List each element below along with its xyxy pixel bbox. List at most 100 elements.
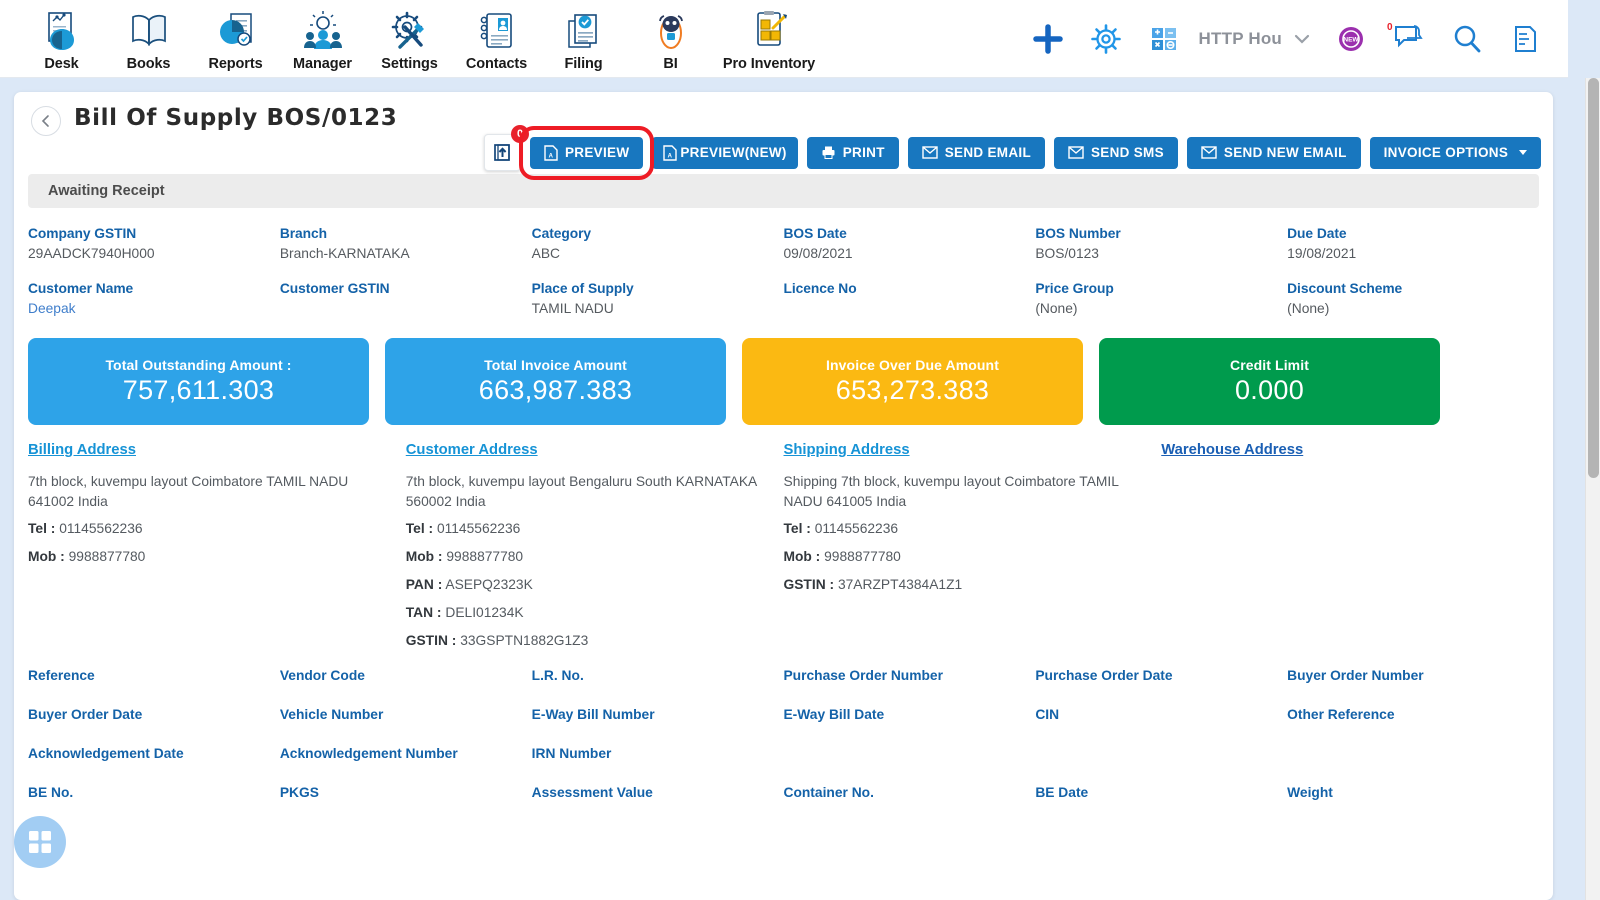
preview-button[interactable]: A PREVIEW (518, 125, 655, 180)
nav-item-label: BI (663, 56, 678, 72)
action-toolbar: 0 A PREVIEW A PREVIEW(NEW) PRINT SEND EM… (484, 125, 1542, 180)
label-reference: Reference (28, 667, 280, 706)
amount-card-title: Credit Limit (1230, 357, 1309, 373)
field-value[interactable]: Deepak (28, 301, 280, 317)
nav-item-books[interactable]: Books (105, 5, 192, 72)
field-label: CIN (1035, 707, 1060, 722)
amount-card-value: 653,273.383 (835, 375, 990, 405)
print-button[interactable]: PRINT (806, 136, 899, 169)
send-sms-button[interactable]: SEND SMS (1054, 136, 1178, 169)
amount-card-credit-limit: Credit Limit 0.000 (1099, 338, 1440, 425)
chevron-down-icon[interactable] (1292, 29, 1312, 49)
upload-attachment-wrapper[interactable]: 0 (484, 125, 529, 171)
envelope-icon (922, 146, 938, 159)
field-label: L.R. No. (531, 668, 584, 683)
label-empty-3 (1287, 745, 1539, 784)
field-label: Purchase Order Number (783, 668, 943, 683)
nav-item-contacts[interactable]: Contacts (453, 5, 540, 72)
field-licence-no: Licence No (783, 281, 1035, 336)
upload-folder-icon (494, 144, 510, 161)
notes-icon[interactable] (1508, 22, 1542, 56)
customer-gstin-key: GSTIN : (405, 633, 457, 648)
billing-address-block: Billing Address 7th block, kuvempu layou… (28, 441, 406, 661)
top-navigation-bar: Desk Books Reports Manager Settings Cont… (0, 0, 1568, 78)
back-button[interactable] (31, 106, 61, 136)
nav-item-label: Settings (381, 56, 438, 72)
settings-gear-wrench-icon (391, 11, 424, 49)
envelope-icon (1068, 146, 1084, 159)
scrollbar-thumb[interactable] (1588, 78, 1599, 478)
search-icon[interactable] (1450, 22, 1484, 56)
new-badge-icon[interactable]: NEW (1334, 22, 1368, 56)
shipping-gstin-key: GSTIN : (783, 577, 835, 592)
field-label: Acknowledgement Date (28, 746, 184, 761)
page-title: Bill Of Supply BOS/0123 (74, 105, 398, 131)
field-label: Reference (28, 668, 95, 683)
plus-icon[interactable] (1031, 22, 1065, 56)
field-label: Due Date (1287, 226, 1347, 241)
billing-address-link[interactable]: Billing Address (28, 442, 136, 458)
invoice-options-button[interactable]: INVOICE OPTIONS (1369, 136, 1542, 169)
label-cin: CIN (1035, 706, 1287, 745)
preview-button-label: PREVIEW (565, 145, 630, 160)
chat-count-badge: 0 (1387, 22, 1393, 33)
reference-row-1: Reference Vendor Code L.R. No. Purchase … (28, 667, 1539, 706)
pro-inventory-boxes-icon (757, 11, 787, 46)
label-buyer-order-number: Buyer Order Number (1287, 667, 1539, 706)
amount-cards: Total Outstanding Amount : 757,611.303 T… (14, 336, 1553, 425)
field-label: Discount Scheme (1287, 281, 1403, 296)
apps-fab-button[interactable] (14, 816, 66, 868)
chevron-left-icon (41, 115, 49, 127)
shipping-address-block: Shipping Address Shipping 7th block, kuv… (784, 441, 1162, 661)
preview-new-button[interactable]: A PREVIEW(NEW) (652, 136, 798, 169)
books-icon (131, 14, 166, 47)
summary-fields: Company GSTIN 29AADCK7940H000 Branch Bra… (14, 208, 1553, 336)
send-new-email-button[interactable]: SEND NEW EMAIL (1186, 136, 1361, 169)
shipping-gstin-value: 37ARZPT4384A1Z1 (837, 577, 963, 592)
field-label: Buyer Order Date (28, 707, 143, 722)
vertical-scrollbar[interactable] (1585, 78, 1600, 900)
field-value (280, 301, 532, 317)
shipping-address-link[interactable]: Shipping Address (784, 442, 910, 458)
send-email-button-label: SEND EMAIL (944, 145, 1031, 160)
account-name-label[interactable]: HTTP Hou (1199, 29, 1282, 49)
field-bos-date: BOS Date 09/08/2021 (783, 226, 1035, 281)
pdf-file-icon: A (663, 144, 678, 161)
field-label: E-Way Bill Number (531, 707, 655, 722)
gear-icon[interactable] (1089, 22, 1123, 56)
amount-card-value: 0.000 (1234, 375, 1305, 405)
label-acknowledgement-date: Acknowledgement Date (28, 745, 280, 784)
nav-item-reports[interactable]: Reports (192, 5, 279, 72)
label-vendor-code: Vendor Code (280, 667, 532, 706)
field-value (783, 301, 1035, 317)
send-new-email-button-label: SEND NEW EMAIL (1223, 145, 1347, 160)
customer-tel: Tel : 01145562236 (406, 521, 762, 536)
field-branch: Branch Branch-KARNATAKA (280, 226, 532, 281)
calculator-icon[interactable] (1147, 22, 1181, 56)
chat-bell-icon[interactable] (1392, 19, 1426, 53)
reference-fields-section: Reference Vendor Code L.R. No. Purchase … (14, 661, 1553, 823)
amount-card-title: Total Outstanding Amount : (105, 357, 292, 373)
nav-item-filing[interactable]: Filing (540, 5, 627, 72)
field-bos-number: BOS Number BOS/0123 (1035, 226, 1287, 281)
nav-item-bi[interactable]: BI (627, 5, 714, 72)
field-label: Licence No (783, 281, 857, 296)
shipping-mob-key: Mob : (783, 549, 821, 564)
nav-item-settings[interactable]: Settings (366, 5, 453, 72)
label-container-no: Container No. (783, 784, 1035, 823)
field-label: Purchase Order Date (1035, 668, 1173, 683)
chat-bell-wrapper[interactable]: 0 (1380, 19, 1438, 58)
customer-address-text: 7th block, kuvempu layout Bengaluru Sout… (405, 474, 757, 509)
send-email-button[interactable]: SEND EMAIL (907, 136, 1045, 169)
nav-item-pro-inventory[interactable]: Pro Inventory (714, 5, 824, 72)
customer-tan-key: TAN : (405, 605, 442, 620)
label-irn-number: IRN Number (532, 745, 784, 784)
field-label: Price Group (1035, 281, 1114, 296)
application-window: Desk Books Reports Manager Settings Cont… (0, 0, 1600, 900)
warehouse-address-link[interactable]: Warehouse Address (1161, 442, 1303, 458)
customer-address-link[interactable]: Customer Address (406, 442, 538, 458)
nav-item-manager[interactable]: Manager (279, 5, 366, 72)
nav-item-desk[interactable]: Desk (18, 5, 105, 72)
nav-module-list: Desk Books Reports Manager Settings Cont… (0, 5, 824, 72)
amount-card-invoice-over-due: Invoice Over Due Amount 653,273.383 (742, 338, 1083, 425)
